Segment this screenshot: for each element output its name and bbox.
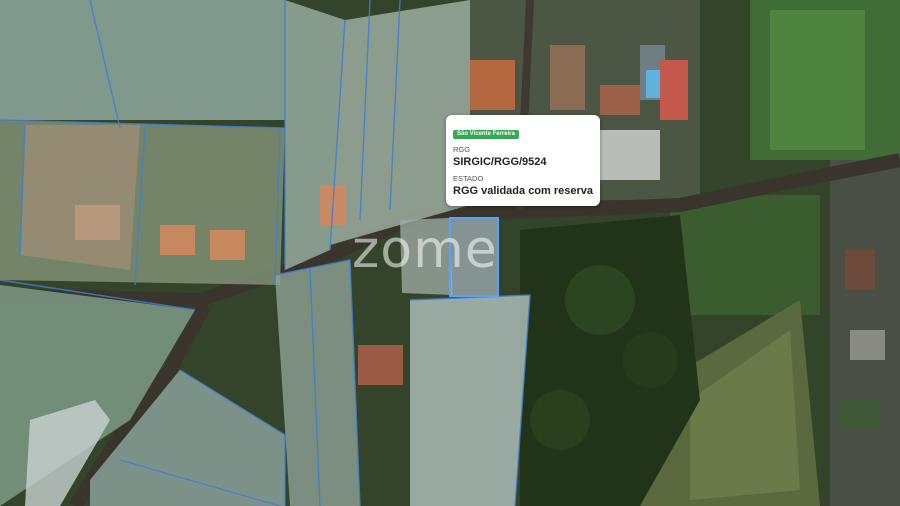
roof — [160, 225, 195, 255]
garden — [840, 400, 880, 430]
roof-orange — [470, 60, 515, 110]
area-badge: São Vicente Ferreira — [453, 130, 519, 139]
parcel[interactable] — [0, 0, 285, 120]
roof-brown — [550, 45, 585, 110]
field-ne-inner — [770, 10, 865, 150]
satellite-map[interactable]: zome São Vicente Ferreira RGG SIRGIC/RGG… — [0, 0, 900, 506]
parcel[interactable] — [410, 295, 530, 506]
swimming-pool — [646, 70, 660, 98]
parcel[interactable] — [400, 218, 452, 295]
tree-cluster — [622, 332, 678, 388]
tree-cluster — [530, 390, 590, 450]
selected-parcel[interactable] — [449, 217, 499, 297]
roof — [850, 330, 885, 360]
estado-label: ESTADO — [453, 174, 484, 183]
rgg-value: SIRGIC/RGG/9524 — [453, 156, 547, 168]
roof — [358, 345, 403, 385]
roof — [210, 230, 245, 260]
parcel[interactable] — [275, 260, 360, 506]
roof-grey — [600, 130, 660, 180]
roof — [600, 85, 640, 115]
field-e — [670, 195, 820, 315]
roof — [845, 250, 875, 290]
parcel-yard[interactable] — [20, 125, 140, 270]
roof-red — [660, 60, 688, 120]
rgg-label: RGG — [453, 145, 471, 154]
estado-value: RGG validada com reserva — [453, 185, 594, 197]
roof — [75, 205, 120, 240]
tree-cluster — [565, 265, 635, 335]
map-canvas[interactable] — [0, 0, 900, 506]
parcel-info-popup[interactable]: São Vicente Ferreira RGG SIRGIC/RGG/9524… — [446, 115, 600, 206]
